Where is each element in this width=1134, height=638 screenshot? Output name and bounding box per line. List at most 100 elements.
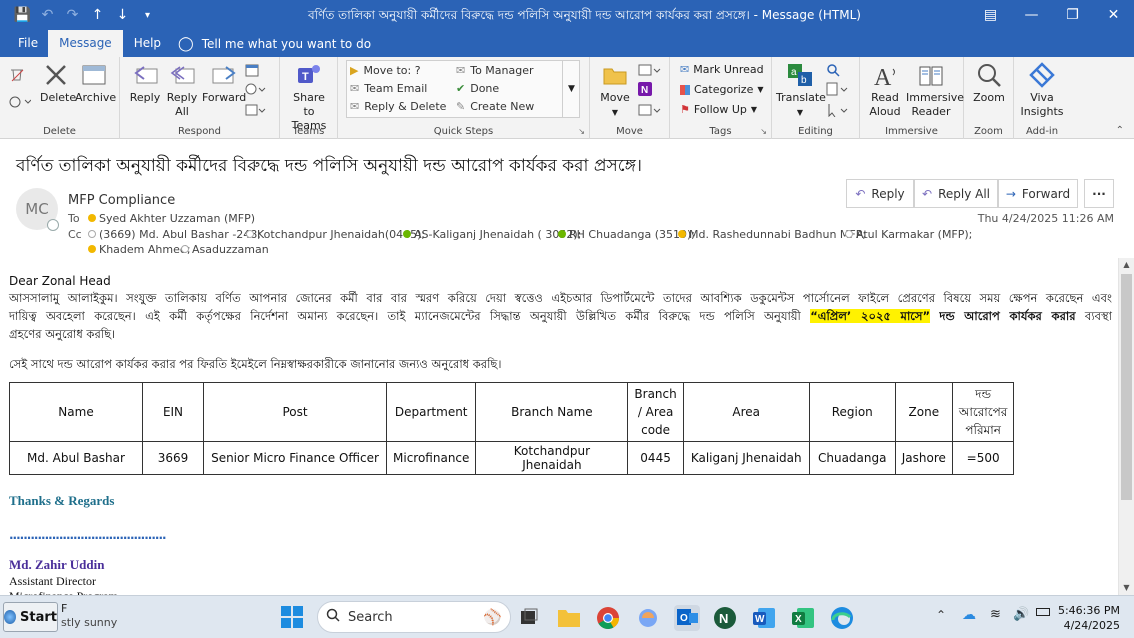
notepad-plus-icon[interactable]: N	[713, 606, 737, 630]
undo-icon[interactable]: ↶	[35, 7, 60, 23]
quick-steps-group: ▶ Move to: ? ✉ Team Email ✉ Reply & Delete …	[338, 57, 590, 139]
viva-insights-icon	[1029, 62, 1055, 88]
zoom-button[interactable]: Zoom	[970, 61, 1008, 105]
svg-text:X: X	[795, 614, 802, 625]
start-button[interactable]: Start	[3, 602, 58, 632]
delete-button[interactable]: Delete	[40, 61, 76, 105]
outlook-icon[interactable]: O	[674, 605, 700, 631]
reply-all-button[interactable]: ↶ Reply All	[914, 179, 998, 208]
excel-icon[interactable]: X	[791, 606, 815, 630]
redo-icon[interactable]: ↷	[60, 7, 85, 23]
related-icon[interactable]	[826, 82, 850, 96]
reply-all-ribbon-button[interactable]: Reply All	[164, 61, 200, 119]
quickstep-reply-delete[interactable]: ✉ Reply & Delete	[350, 100, 446, 113]
forward-ribbon-button[interactable]: Forward	[202, 61, 246, 105]
collapse-ribbon-icon[interactable]: ⌃	[1116, 125, 1124, 136]
select-icon[interactable]	[826, 103, 850, 117]
more-respond-icon[interactable]	[245, 103, 267, 117]
sender-name[interactable]: MFP Compliance	[68, 193, 175, 208]
tab-message[interactable]: Message	[48, 30, 123, 57]
close-button[interactable]: ✕	[1093, 0, 1134, 30]
scroll-thumb[interactable]	[1121, 274, 1132, 500]
windows-start-icon[interactable]	[281, 606, 305, 630]
vertical-scrollbar[interactable]: ▲ ▼	[1118, 258, 1134, 595]
im-icon[interactable]	[245, 82, 267, 96]
chrome-icon[interactable]	[596, 606, 620, 630]
scroll-up-icon[interactable]: ▲	[1119, 258, 1134, 272]
quickstep-team-email[interactable]: ✉ Team Email	[350, 82, 427, 95]
ribbon-display-icon[interactable]: ▤	[970, 0, 1011, 30]
quickstep-done[interactable]: ✔ Done	[456, 82, 499, 95]
categorize-button[interactable]: Categorize ▼	[680, 83, 764, 96]
follow-up-button[interactable]: ⚑ Follow Up ▼	[680, 103, 757, 116]
maximize-button[interactable]: ❐	[1052, 0, 1093, 30]
move-button[interactable]: Move ▼	[596, 61, 634, 120]
more-actions-button[interactable]: ···	[1084, 179, 1114, 208]
word-icon[interactable]: W	[752, 606, 776, 630]
tell-me-box[interactable]: ◯ Tell me what you want to do	[178, 36, 371, 52]
zoom-group: Zoom Zoom	[964, 57, 1014, 139]
category-icon	[680, 84, 690, 95]
quick-steps-more-icon[interactable]: ▼	[562, 60, 580, 118]
volume-icon[interactable]: 🔊	[1013, 607, 1029, 622]
customize-qat-icon[interactable]: ▾	[135, 10, 160, 21]
translate-button[interactable]: ab Translate ▼	[776, 61, 826, 120]
table-cell: 3669	[142, 441, 204, 475]
next-item-icon[interactable]: ↓	[110, 7, 135, 23]
wifi-icon[interactable]: ≋	[990, 607, 1001, 622]
forward-button[interactable]: → Forward	[998, 179, 1078, 208]
svg-text:N: N	[719, 611, 728, 626]
copilot-icon[interactable]	[636, 606, 660, 630]
tell-me-label: Tell me what you want to do	[201, 36, 372, 51]
task-view-icon[interactable]	[518, 606, 542, 630]
share-to-teams-button[interactable]: T Share to Teams	[286, 61, 332, 133]
immersive-reader-button[interactable]: Immersive Reader	[906, 61, 964, 119]
signature-divider: ........................................…	[9, 528, 167, 542]
system-clock[interactable]: 5:46:36 PM 4/24/2025	[1058, 603, 1120, 633]
read-aloud-button[interactable]: A Read Aloud	[866, 61, 904, 119]
tab-help[interactable]: Help	[123, 30, 172, 57]
cc-recipient[interactable]: Asaduzzaman	[181, 243, 269, 256]
taskbar-search[interactable]: Search ⚾	[317, 601, 511, 633]
file-explorer-icon[interactable]	[557, 606, 581, 630]
ignore-icon[interactable]	[9, 67, 25, 83]
cc-recipient[interactable]: Atul Karmakar (MFP);	[845, 228, 972, 241]
viva-insights-button[interactable]: Viva Insights	[1020, 61, 1064, 119]
tags-dialog-launcher-icon[interactable]: ↘	[760, 127, 767, 136]
show-hidden-icons-icon[interactable]: ⌃	[936, 608, 946, 622]
cc-recipient[interactable]: RH Chuadanga (3519);	[558, 228, 695, 241]
cc-recipient[interactable]: AS-Kaliganj Jhenaidah ( 3052);	[403, 228, 581, 241]
meeting-icon[interactable]	[245, 63, 259, 77]
cc-recipient[interactable]: Kotchandpur Jhenaidah(0445);	[246, 228, 425, 241]
onenote-icon[interactable]: N	[638, 82, 652, 96]
minimize-button[interactable]: —	[1011, 0, 1052, 30]
scroll-down-icon[interactable]: ▼	[1119, 581, 1134, 595]
reply-ribbon-button[interactable]: Reply	[128, 61, 162, 105]
previous-item-icon[interactable]: ↑	[85, 7, 110, 23]
onedrive-icon[interactable]: ☁	[962, 607, 976, 623]
find-icon[interactable]	[826, 63, 840, 77]
cc-recipient[interactable]: Md. Rashedunnabi Badhun MFP;	[678, 228, 866, 241]
save-icon[interactable]: 💾	[10, 7, 35, 23]
actions-icon[interactable]	[638, 103, 662, 117]
weather-widget[interactable]: F stly sunny	[61, 602, 117, 630]
mark-unread-button[interactable]: ✉ Mark Unread	[680, 63, 764, 76]
table-cell: Senior Micro Finance Officer	[203, 441, 387, 475]
to-recipient[interactable]: Syed Akhter Uzzaman (MFP)	[88, 212, 255, 225]
cc-recipient[interactable]: (3669) Md. Abul Bashar -248;	[88, 228, 261, 241]
dialog-launcher-icon[interactable]: ↘	[578, 127, 585, 136]
rules-icon[interactable]	[638, 63, 662, 77]
quickstep-create-new[interactable]: ✎ Create New	[456, 100, 534, 113]
quickstep-to-manager[interactable]: ✉ To Manager	[456, 64, 534, 77]
archive-button[interactable]: Archive	[75, 61, 116, 105]
quickstep-move-to[interactable]: ▶ Move to: ?	[350, 64, 421, 77]
message-date: Thu 4/24/2025 11:26 AM	[977, 212, 1114, 225]
tab-file[interactable]: File	[0, 30, 48, 57]
reply-button[interactable]: ↶ Reply	[846, 179, 914, 208]
cc-recipient[interactable]: Khadem Ahmed;	[88, 243, 191, 256]
presence-available-icon	[558, 230, 566, 238]
highlighted-text: “এপ্রিল’ ২০২৫ মাসে”	[810, 309, 931, 323]
battery-icon[interactable]	[1036, 608, 1050, 616]
edge-icon[interactable]	[830, 606, 854, 630]
cleanup-icon[interactable]	[9, 94, 31, 110]
